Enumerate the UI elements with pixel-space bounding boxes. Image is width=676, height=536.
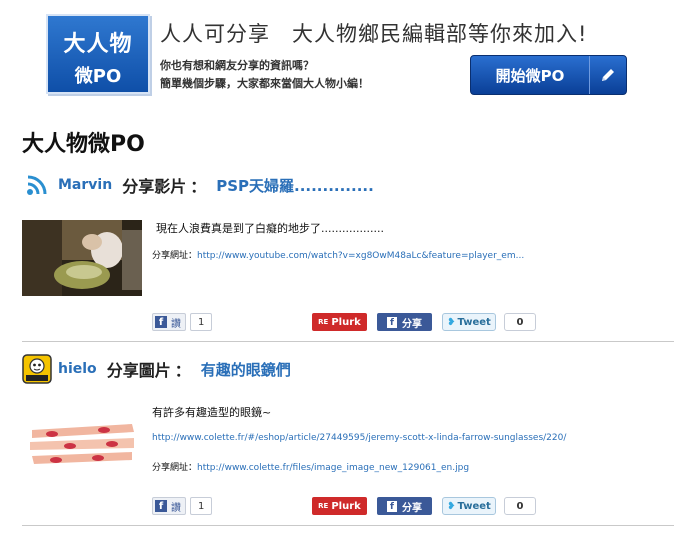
facebook-icon: f [155, 316, 167, 328]
post-title[interactable]: 有趣的眼鏡們 [201, 359, 291, 380]
post-author[interactable]: hielo [58, 361, 97, 377]
facebook-like: f 讚 1 [152, 313, 213, 331]
tweet-button[interactable]: ❥ Tweet [442, 313, 496, 331]
like-label: 讚 [171, 318, 181, 330]
facebook-share-label: 分享 [402, 502, 422, 514]
post-type-colon: ： [190, 177, 207, 196]
banner-subtitle: 你也有想和網友分享的資訊嗎？ [160, 59, 314, 72]
like-label: 讚 [171, 502, 181, 514]
twitter-bird-icon: ❥ [447, 316, 456, 328]
facebook-icon: f [387, 316, 397, 328]
post-item: Marvin 分享影片 ： PSP天婦羅.............. 現在人浪費… [22, 170, 674, 342]
tweet-button[interactable]: ❥ Tweet [442, 497, 496, 515]
post-item: hielo 分享圖片 ： 有趣的眼鏡們 有許多有趣造型的眼鏡~ http://w… [22, 354, 674, 526]
logo-text-line1: 大人物 [63, 32, 133, 57]
post-type: 分享影片 [122, 177, 187, 196]
tweet-count: 0 [504, 313, 536, 331]
post-title[interactable]: PSP天婦羅.............. [216, 175, 374, 196]
like-count: 1 [190, 313, 213, 331]
post-author[interactable]: Marvin [58, 177, 112, 193]
plurk-button[interactable]: RE Plurk [312, 313, 367, 331]
facebook-like-button[interactable]: f 讚 [152, 313, 186, 331]
facebook-share-label: 分享 [402, 318, 422, 330]
site-logo[interactable]: 大人物 微PO [46, 14, 150, 94]
avatar-badge-icon[interactable] [22, 354, 52, 384]
share-url-label: 分享網址： [152, 251, 198, 261]
start-post-button[interactable]: 開始微PO [470, 55, 627, 95]
tweet-label: Tweet [457, 316, 491, 328]
plurk-re: RE [318, 502, 329, 510]
facebook-like-button[interactable]: f 讚 [152, 497, 186, 515]
share-url-link[interactable]: http://www.colette.fr/files/image_image_… [197, 463, 469, 473]
share-url-line: 分享網址：http://www.youtube.com/watch?v=xg8O… [152, 248, 524, 261]
video-thumbnail[interactable] [22, 220, 142, 300]
plurk-re: RE [318, 318, 329, 326]
post-header: hielo 分享圖片 ： 有趣的眼鏡們 [22, 354, 291, 384]
share-url-link[interactable]: http://www.youtube.com/watch?v=xg8OwM48a… [197, 251, 524, 261]
post-type: 分享圖片 [106, 361, 171, 380]
share-url-line: 分享網址：http://www.colette.fr/files/image_i… [152, 460, 469, 473]
plurk-button[interactable]: RE Plurk [312, 497, 367, 515]
banner-title: 人人可分享 大人物鄉民編輯部等你來加入! [160, 22, 588, 46]
pencil-icon [589, 56, 626, 94]
post-type-colon: ： [174, 361, 191, 380]
section-title: 大人物微PO [22, 132, 145, 157]
facebook-share-button[interactable]: f 分享 [377, 313, 432, 331]
broadcast-icon[interactable] [22, 170, 52, 200]
tweet-label: Tweet [457, 500, 491, 512]
tweet-count: 0 [504, 497, 536, 515]
facebook-like: f 讚 1 [152, 497, 213, 515]
facebook-icon: f [387, 500, 397, 512]
start-post-label: 開始微PO [495, 66, 565, 85]
plurk-label: Plurk [331, 500, 361, 512]
plurk-label: Plurk [331, 316, 361, 328]
promo-banner: 大人物 微PO 人人可分享 大人物鄉民編輯部等你來加入! 你也有想和網友分享的資… [0, 0, 676, 108]
twitter-bird-icon: ❥ [447, 500, 456, 512]
post-header: Marvin 分享影片 ： PSP天婦羅.............. [22, 170, 374, 200]
logo-text-line2: 微PO [74, 66, 122, 87]
like-count: 1 [190, 497, 213, 515]
share-url-label: 分享網址： [152, 463, 198, 473]
source-link[interactable]: http://www.colette.fr/#/eshop/article/27… [152, 433, 566, 443]
facebook-share-button[interactable]: f 分享 [377, 497, 432, 515]
banner-subtitle-2: 簡單幾個步驟，大家都來當個大人物小編！ [160, 77, 369, 90]
image-thumbnail[interactable] [22, 408, 142, 482]
post-text: 現在人浪費真是到了白癡的地步了.................. [156, 222, 384, 235]
facebook-icon: f [155, 500, 167, 512]
post-text: 有許多有趣造型的眼鏡~ [152, 406, 272, 419]
